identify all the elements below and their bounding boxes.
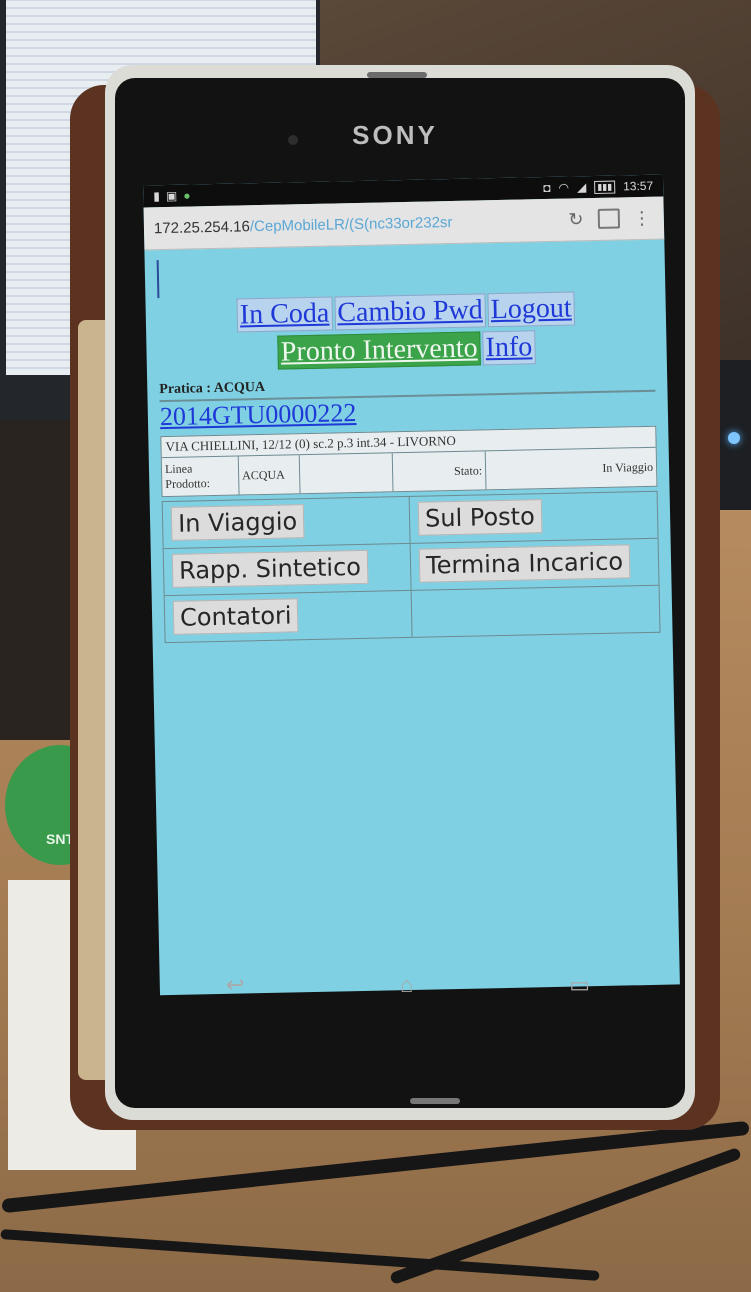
nav-row-1: In Coda Cambio Pwd Logout <box>157 290 654 334</box>
pratica-code-link[interactable]: 2014GTU0000222 <box>160 398 357 431</box>
signal-icon: ◢ <box>576 180 587 195</box>
earpiece <box>367 72 427 78</box>
notification-icon: ▮ <box>153 189 161 204</box>
contatori-button[interactable]: Contatori <box>172 598 299 635</box>
nfc-icon: ◘ <box>543 180 551 196</box>
nav-row-2: Pronto Intervento Info <box>158 328 655 372</box>
phone-bottom-speaker <box>410 1098 460 1104</box>
nav-cambio-pwd-link[interactable]: Cambio Pwd <box>333 293 487 331</box>
linea-prodotto-value: ACQUA <box>238 455 301 495</box>
actions-cell: In Viaggio <box>162 496 411 549</box>
web-page: In Coda Cambio Pwd Logout Pronto Intervent… <box>144 240 672 654</box>
actions-cell: Termina Incarico <box>411 539 659 590</box>
home-icon[interactable]: ⌂ <box>400 972 413 998</box>
actions-cell: Sul Posto <box>410 492 658 543</box>
nav-logout-link[interactable]: Logout <box>487 291 575 328</box>
actions-table: In Viaggio Sul Posto Rapp. Sintetico Ter… <box>161 490 661 644</box>
stato-label: Stato: <box>392 451 487 492</box>
termina-incarico-button[interactable]: Termina Incarico <box>418 544 631 583</box>
status-time: 13:57 <box>623 178 654 194</box>
url-path: /CepMobileLR/(S(nc33or232sr <box>249 213 453 235</box>
tabs-icon[interactable] <box>597 208 621 229</box>
linea-prodotto-label: Linea Prodotto: <box>161 456 240 497</box>
pratica-info-table: VIA CHIELLINI, 12/12 (0) sc.2 p.3 int.34… <box>160 425 658 498</box>
menu-icon[interactable]: ⋮ <box>630 206 654 230</box>
nav-info-link[interactable]: Info <box>482 330 536 366</box>
sul-posto-button[interactable]: Sul Posto <box>417 499 543 536</box>
rapp-sintetico-button[interactable]: Rapp. Sintetico <box>171 549 369 588</box>
nav-in-coda-link[interactable]: In Coda <box>236 296 333 333</box>
text-cursor <box>156 260 160 299</box>
url-text[interactable]: 172.25.254.16/CepMobileLR/(S(nc33or232sr <box>154 211 554 236</box>
front-camera <box>288 135 298 145</box>
actions-cell: Contatori <box>164 590 413 643</box>
recent-apps-icon[interactable]: ▭ <box>569 972 590 998</box>
image-icon: ▣ <box>165 188 178 203</box>
stato-value: In Viaggio <box>602 459 654 475</box>
brand-logo: SONY <box>352 120 438 150</box>
actions-cell <box>412 586 660 637</box>
blue-led-light <box>728 432 740 444</box>
url-host: 172.25.254.16 <box>153 217 251 237</box>
actions-row: Contatori <box>164 586 660 643</box>
actions-cell: Rapp. Sintetico <box>163 543 412 596</box>
battery-icon: ▮▮▮ <box>594 180 616 194</box>
pratica-label: Pratica : ACQUA <box>159 371 656 403</box>
android-nav-bar: ↩ ⌂ ▭ <box>148 965 668 1005</box>
app-icon: ● <box>183 188 191 203</box>
empty-cell <box>299 453 394 494</box>
nav-pronto-intervento-link[interactable]: Pronto Intervento <box>277 331 481 370</box>
wifi-icon: ◠ <box>558 180 570 195</box>
back-icon[interactable]: ↩ <box>226 972 244 998</box>
in-viaggio-button[interactable]: In Viaggio <box>170 504 305 541</box>
reload-icon[interactable]: ↻ <box>564 207 588 231</box>
phone-screen: ▮ ▣ ● ◘ ◠ ◢ ▮▮▮ 13:57 172.25.254.16/CepM… <box>143 174 680 996</box>
